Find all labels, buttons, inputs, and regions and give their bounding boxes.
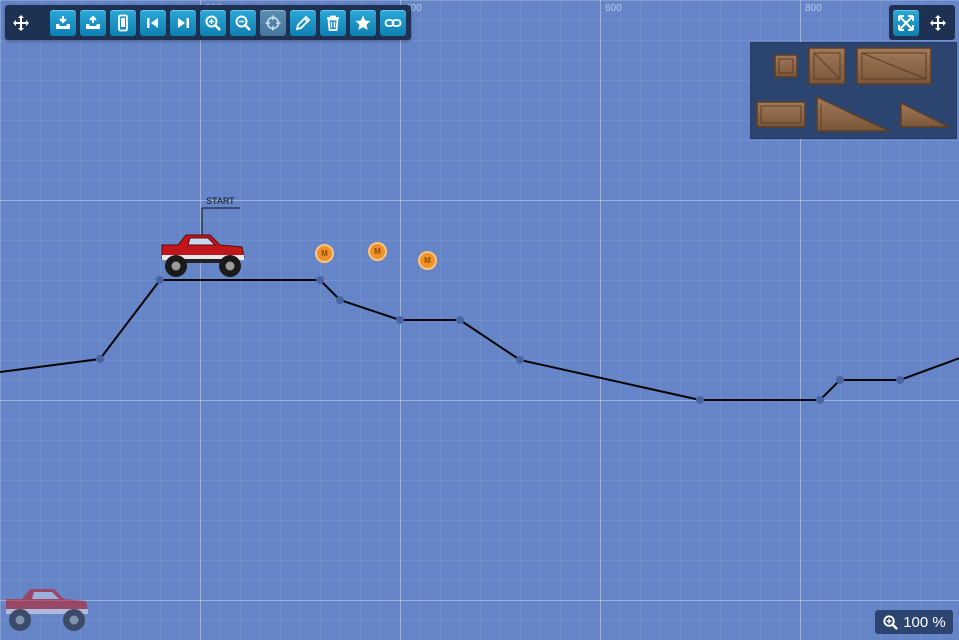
delete-button[interactable] — [320, 9, 346, 36]
coin-1[interactable]: M — [315, 244, 334, 263]
pencil-icon — [295, 15, 311, 30]
zoom-in-button[interactable] — [200, 9, 226, 36]
terrain-line[interactable] — [0, 279, 959, 401]
link-icon — [384, 18, 402, 27]
zoom-out-icon — [235, 15, 251, 31]
coin-3[interactable]: M — [418, 251, 437, 270]
star-icon — [355, 15, 371, 30]
view-toolbar — [889, 5, 955, 40]
zoom-value: 100 % — [903, 613, 946, 631]
terrain-vertex-handles[interactable] — [96, 276, 904, 404]
coin-2[interactable]: M — [368, 242, 387, 261]
export-button[interactable] — [80, 9, 106, 36]
flat-crate[interactable] — [756, 101, 806, 128]
tray-up-icon — [86, 15, 100, 29]
zoom-in-icon — [883, 614, 899, 630]
link-button[interactable] — [380, 9, 406, 36]
crosshair-icon — [265, 15, 281, 30]
go-end-button[interactable] — [170, 9, 196, 36]
small-crate[interactable] — [774, 54, 798, 78]
zoom-in-icon — [205, 15, 221, 31]
long-crate[interactable] — [856, 47, 932, 85]
editor-toolbar — [5, 5, 411, 40]
monster-truck[interactable] — [158, 229, 248, 279]
center-target-button[interactable] — [260, 9, 286, 36]
medium-crate[interactable] — [808, 47, 846, 85]
fit-view-button[interactable] — [893, 9, 919, 36]
edit-button[interactable] — [290, 9, 316, 36]
zoom-out-button[interactable] — [230, 9, 256, 36]
trash-icon — [327, 15, 339, 31]
pan-button[interactable] — [925, 10, 951, 36]
object-palette — [750, 42, 957, 139]
small-ramp[interactable] — [900, 101, 950, 128]
skip-forward-icon — [178, 17, 189, 28]
go-start-button[interactable] — [140, 9, 166, 36]
move-tool-button[interactable] — [8, 10, 34, 36]
import-button[interactable] — [50, 9, 76, 36]
start-label: START — [206, 196, 235, 206]
favorite-button[interactable] — [350, 9, 376, 36]
tray-down-icon — [56, 15, 70, 29]
move-arrows-icon — [13, 14, 29, 31]
skip-back-icon — [147, 17, 158, 28]
large-ramp[interactable] — [816, 95, 890, 132]
device-preview-button[interactable] — [110, 9, 136, 36]
phone-icon — [118, 14, 128, 31]
move-arrows-icon — [930, 14, 946, 31]
zoom-indicator[interactable]: 100 % — [875, 610, 953, 634]
vehicle-selector-truck[interactable] — [2, 585, 92, 635]
collapse-arrows-icon — [898, 14, 914, 31]
